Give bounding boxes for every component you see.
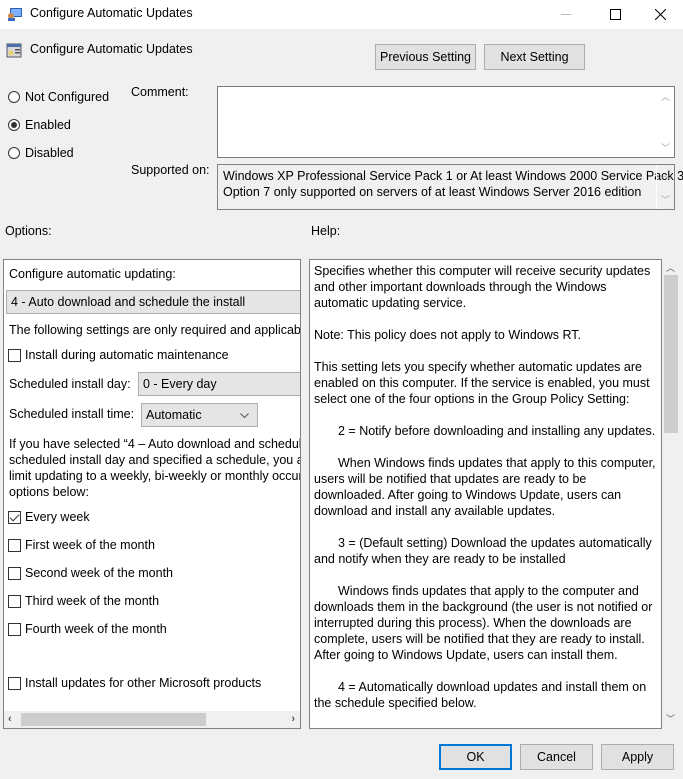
options-panel: Configure automatic updating: 4 - Auto d… (3, 259, 301, 729)
vscroll-thumb[interactable] (664, 275, 678, 433)
paragraph-line: options below: (9, 485, 89, 499)
second-week-checkbox[interactable] (8, 567, 21, 580)
following-settings-text: The following settings are only required… (9, 323, 301, 337)
radio-button[interactable] (8, 119, 20, 131)
radio-button[interactable] (8, 91, 20, 103)
minimize-button[interactable] (543, 0, 589, 29)
second-week-label: Second week of the month (25, 566, 174, 580)
scroll-up-icon[interactable]: ︿ (661, 90, 670, 103)
comment-textarea[interactable]: ︿ ﹀ (217, 86, 675, 158)
paragraph-line: If you have selected “4 – Auto download … (9, 437, 301, 451)
help-paragraph: Windows finds updates that apply to the … (314, 584, 653, 662)
help-panel: Specifies whether this computer will rec… (309, 259, 662, 729)
maximize-button[interactable] (592, 0, 638, 29)
help-label: Help: (311, 224, 341, 238)
fourth-week-label: Fourth week of the month (25, 622, 167, 636)
window-title: Configure Automatic Updates (30, 6, 193, 20)
configure-updating-label: Configure automatic updating: (9, 267, 176, 281)
options-label: Options: (5, 224, 52, 238)
schedule-paragraph: If you have selected “4 – Auto download … (9, 436, 301, 500)
other-products-checkbox[interactable] (8, 677, 21, 690)
paragraph-line: scheduled install day and specified a sc… (9, 453, 301, 467)
apply-button[interactable]: Apply (601, 744, 674, 770)
fourth-week-checkbox[interactable] (8, 623, 21, 636)
every-week-label: Every week (25, 510, 90, 524)
supported-on-box: Windows XP Professional Service Pack 1 o… (217, 164, 683, 210)
install-day-select[interactable]: 0 - Every day (138, 372, 300, 396)
close-icon (654, 9, 666, 20)
radio-label: Not Configured (25, 90, 110, 104)
install-time-label: Scheduled install time: (9, 407, 135, 421)
scroll-down-icon[interactable]: ﹀ (661, 193, 670, 206)
install-time-value: Automatic (146, 408, 202, 422)
help-paragraph: 2 = Notify before downloading and instal… (338, 424, 656, 438)
options-hscrollbar[interactable]: ‹ › (4, 711, 300, 728)
configure-updating-select[interactable]: 4 - Auto download and schedule the insta… (6, 290, 300, 314)
next-setting-button[interactable]: Next Setting (484, 44, 585, 70)
maximize-icon (609, 9, 621, 20)
install-day-value: 0 - Every day (143, 377, 217, 391)
title-bar: Configure Automatic Updates (0, 0, 683, 29)
radio-enabled[interactable]: Enabled (8, 118, 71, 132)
help-paragraph: Specifies whether this computer will rec… (314, 264, 651, 310)
previous-setting-button[interactable]: Previous Setting (375, 44, 476, 70)
help-paragraph: 4 = Automatically download updates and i… (314, 680, 647, 710)
help-paragraph: This setting lets you specify whether au… (314, 360, 650, 406)
supported-scrollbar[interactable]: ︿ ﹀ (656, 165, 674, 209)
comment-scrollbar[interactable]: ︿ ﹀ (657, 87, 674, 157)
help-paragraph: When Windows finds updates that apply to… (314, 456, 656, 518)
supported-on-label: Supported on: (131, 163, 210, 177)
ok-button[interactable]: OK (439, 744, 512, 770)
radio-label: Enabled (25, 118, 71, 132)
cancel-button[interactable]: Cancel (520, 744, 593, 770)
setting-icon (6, 43, 22, 58)
supported-line: Windows XP Professional Service Pack 1 o… (223, 169, 683, 183)
comment-label: Comment: (131, 85, 189, 99)
setting-title: Configure Automatic Updates (30, 42, 193, 56)
radio-label: Disabled (25, 146, 74, 160)
install-day-label: Scheduled install day: (9, 377, 131, 391)
every-week-checkbox[interactable] (8, 511, 21, 524)
scroll-down-icon[interactable]: ﹀ (666, 712, 675, 725)
hscroll-thumb[interactable] (21, 713, 206, 726)
radio-button[interactable] (8, 147, 20, 159)
scroll-down-icon[interactable]: ﹀ (661, 141, 670, 154)
scroll-up-icon[interactable]: ︿ (661, 168, 670, 181)
help-vscrollbar[interactable]: ︿ ﹀ (662, 259, 680, 729)
scroll-left-icon[interactable]: ‹ (8, 713, 12, 725)
close-button[interactable] (637, 0, 683, 29)
first-week-checkbox[interactable] (8, 539, 21, 552)
third-week-label: Third week of the month (25, 594, 160, 608)
chevron-down-icon (240, 413, 249, 419)
first-week-label: First week of the month (25, 538, 155, 552)
maintenance-label: Install during automatic maintenance (25, 348, 229, 362)
help-paragraph: Note: This policy does not apply to Wind… (314, 328, 582, 342)
radio-disabled[interactable]: Disabled (8, 146, 74, 160)
scroll-right-icon[interactable]: › (291, 713, 295, 725)
maintenance-checkbox[interactable] (8, 349, 21, 362)
supported-line: Option 7 only supported on servers of at… (223, 185, 642, 199)
policy-app-icon (8, 8, 22, 21)
paragraph-line: limit updating to a weekly, bi-weekly or… (9, 469, 301, 483)
other-products-label: Install updates for other Microsoft prod… (25, 676, 262, 690)
install-time-select[interactable]: Automatic (141, 403, 258, 427)
help-paragraph: 3 = (Default setting) Download the updat… (314, 536, 652, 566)
third-week-checkbox[interactable] (8, 595, 21, 608)
scroll-up-icon[interactable]: ︿ (666, 261, 675, 274)
radio-not-configured[interactable]: Not Configured (8, 90, 109, 104)
minimize-icon (561, 14, 571, 15)
